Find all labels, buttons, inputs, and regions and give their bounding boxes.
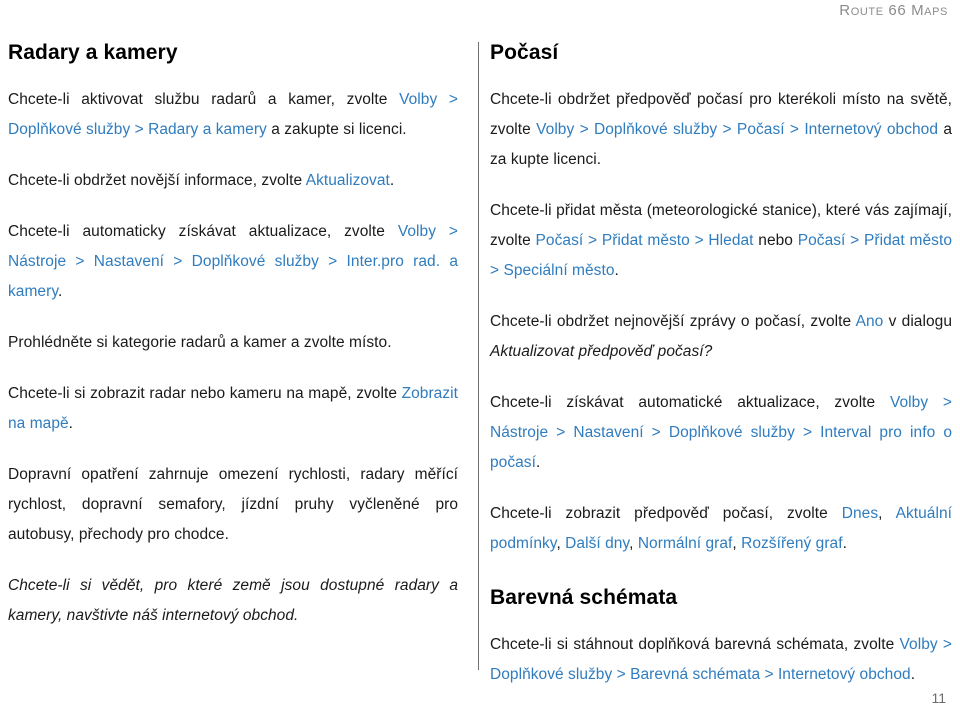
body-text: Chcete-li zobrazit předpověď počasí, zvo…: [490, 505, 842, 522]
page-number: 11: [931, 690, 946, 706]
paragraph-novejsi-informace: Chcete-li obdržet novější informace, zvo…: [8, 166, 458, 196]
body-text: Dopravní opatření zahrnuje omezení rychl…: [8, 466, 458, 543]
body-text: v dialogu: [883, 313, 952, 330]
body-text: ,: [629, 535, 638, 552]
body-text: .: [614, 262, 619, 279]
paragraph-automaticke-aktualizace-pocasi: Chcete-li získávat automatické aktualiza…: [490, 388, 952, 478]
body-text: Chcete-li si stáhnout doplňková barevná …: [490, 636, 900, 653]
paragraph-dopravni-opatreni: Dopravní opatření zahrnuje omezení rychl…: [8, 460, 458, 550]
body-text: .: [910, 666, 916, 683]
left-column: Radary a kamery Chcete-li aktivovat služ…: [8, 40, 470, 631]
emphasis-text: Aktualizovat předpověď počasí?: [490, 343, 713, 360]
body-text: ,: [878, 505, 896, 522]
section-title-pocasi: Počasí: [490, 41, 559, 64]
paragraph-nejnovejsi-zpravy: Chcete-li obdržet nejnovější zprávy o po…: [490, 307, 952, 367]
body-text: Chcete-li získávat automatické aktualiza…: [490, 394, 890, 411]
document-columns: Radary a kamery Chcete-li aktivovat služ…: [0, 40, 960, 683]
paragraph-barevna-schemata-stazeni: Chcete-li si stáhnout doplňková barevná …: [490, 630, 952, 690]
menu-path-link[interactable]: Rozšířený graf: [741, 535, 843, 552]
menu-path-link[interactable]: Volby > Doplňkové služby > Počasí > Inte…: [536, 121, 938, 138]
body-text: nebo: [753, 232, 798, 249]
body-text: .: [535, 454, 541, 471]
right-column-body: Chcete-li obdržet předpověď počasí pro k…: [490, 85, 952, 559]
menu-path-link[interactable]: Počasí > Přidat město > Hledat: [536, 232, 754, 249]
body-text: Chcete-li obdržet nejnovější zprávy o po…: [490, 313, 856, 330]
paragraph-zobrazit-predpoved: Chcete-li zobrazit předpověď počasí, zvo…: [490, 499, 952, 559]
body-text: .: [842, 535, 847, 552]
menu-path-link[interactable]: Dnes: [842, 505, 878, 522]
body-text: Chcete-li obdržet novější informace, zvo…: [8, 172, 306, 189]
body-text: Chcete-li si zobrazit radar nebo kameru …: [8, 385, 402, 402]
section-title-radary-a-kamery: Radary a kamery: [8, 41, 178, 64]
paragraph-predpoved-pocasi: Chcete-li obdržet předpověď počasí pro k…: [490, 85, 952, 175]
section-title-barevna-schemata: Barevná schémata: [490, 586, 678, 609]
paragraph-aktivovat-sluzbu: Chcete-li aktivovat službu radarů a kame…: [8, 85, 458, 145]
menu-path-link[interactable]: Další dny: [565, 535, 629, 552]
body-text: ,: [732, 535, 742, 552]
right-column-body-2: Chcete-li si stáhnout doplňková barevná …: [490, 630, 952, 690]
running-header: Route 66 Maps: [0, 0, 960, 30]
body-text: Prohlédněte si kategorie radarů a kamer …: [8, 334, 392, 351]
body-text: .: [68, 415, 74, 432]
paragraph-zobrazit-na-mape: Chcete-li si zobrazit radar nebo kameru …: [8, 379, 458, 439]
menu-path-link[interactable]: Ano: [856, 313, 884, 330]
body-text: Chcete-li si vědět, pro které země jsou …: [8, 577, 458, 624]
body-text: .: [389, 172, 395, 189]
paragraph-automaticke-aktualizace: Chcete-li automaticky získávat aktualiza…: [8, 217, 458, 307]
body-text: Chcete-li automaticky získávat aktualiza…: [8, 223, 398, 240]
body-text: a zakupte si licenci.: [266, 121, 407, 138]
menu-path-link[interactable]: Normální graf: [638, 535, 733, 552]
running-header-title: Route 66 Maps: [839, 2, 948, 19]
paragraph-kategorie-radaru: Prohlédněte si kategorie radarů a kamer …: [8, 328, 458, 358]
menu-path-link[interactable]: Aktualizovat: [306, 172, 390, 189]
paragraph-pridat-mesta: Chcete-li přidat města (meteorologické s…: [490, 196, 952, 286]
paragraph-dostupne-zeme: Chcete-li si vědět, pro které země jsou …: [8, 571, 458, 631]
body-text: Chcete-li aktivovat službu radarů a kame…: [8, 91, 400, 108]
body-text: ,: [556, 535, 566, 552]
body-text: .: [57, 283, 63, 300]
left-column-body: Chcete-li aktivovat službu radarů a kame…: [8, 85, 458, 631]
right-column: Počasí Chcete-li obdržet předpověď počas…: [490, 40, 956, 690]
